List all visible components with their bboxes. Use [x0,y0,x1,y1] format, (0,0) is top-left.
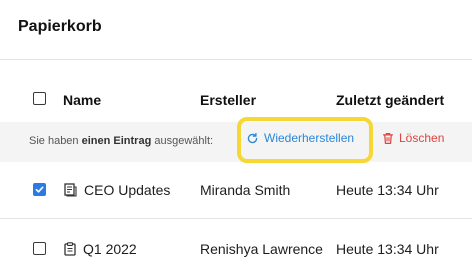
column-header-name[interactable]: Name [63,92,101,108]
table-row-modified: Heute 13:34 Uhr [336,182,439,198]
table-row-name[interactable]: CEO Updates [64,182,170,198]
table-row-creator: Renishya Lawrence [200,241,323,257]
row-checkbox[interactable] [33,183,46,196]
row-divider [0,218,472,219]
row-checkbox[interactable] [33,242,46,255]
delete-button[interactable]: Löschen [382,131,444,145]
row-name-label: Q1 2022 [83,241,137,257]
header-divider [0,59,472,60]
checkmark-icon [35,186,44,193]
selection-prefix: Sie haben [29,135,82,147]
document-icon [64,183,77,197]
page-title: Papierkorb [18,18,102,35]
table-row-creator: Miranda Smith [200,182,291,198]
row-name-label: CEO Updates [84,182,171,198]
restore-label: Wiederherstellen [264,131,355,145]
selection-info: Sie haben einen Eintrag ausgewählt: [29,135,213,147]
clipboard-icon [64,242,76,256]
table-row-modified: Heute 13:34 Uhr [336,241,439,257]
table-row-name[interactable]: Q1 2022 [64,241,137,257]
restore-button[interactable]: Wiederherstellen [246,131,354,145]
selection-count: einen Eintrag [81,135,152,147]
restore-icon [247,132,258,143]
selection-suffix: ausgewählt: [151,135,214,147]
column-header-modified[interactable]: Zuletzt geändert [336,92,444,108]
select-all-checkbox[interactable] [33,92,46,105]
column-header-creator[interactable]: Ersteller [200,92,256,108]
delete-label: Löschen [399,131,445,145]
trash-icon [382,132,394,144]
